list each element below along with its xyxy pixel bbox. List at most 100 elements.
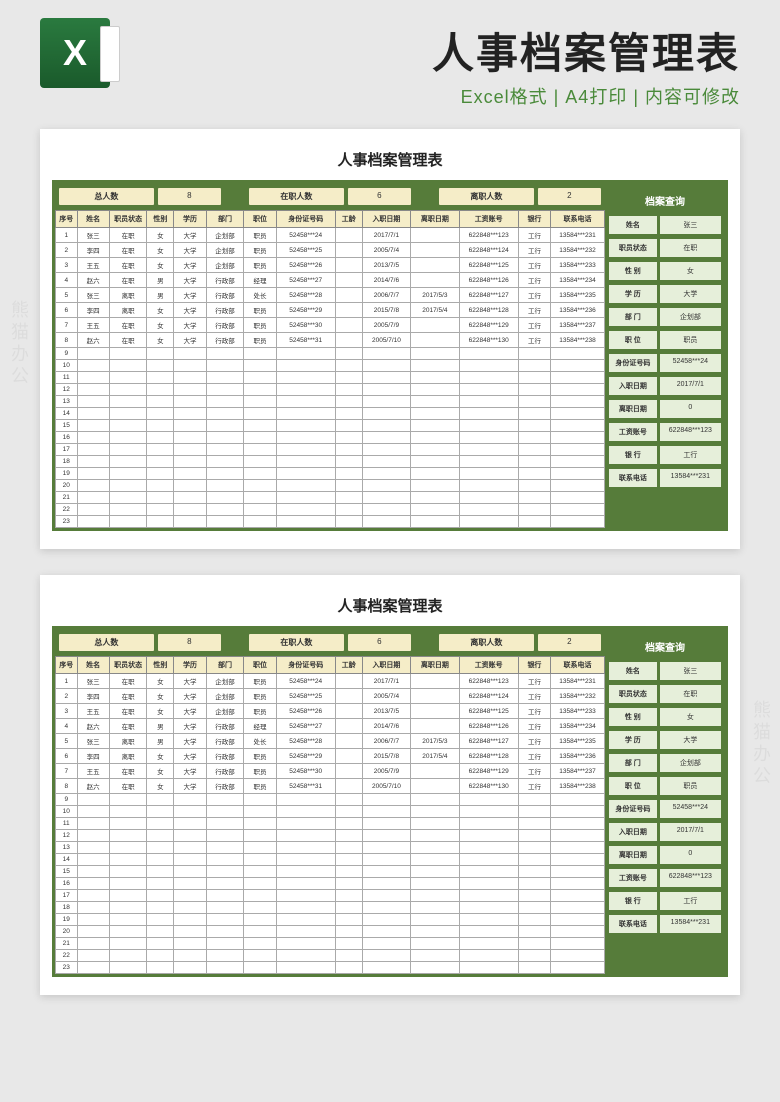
query-value: 女 xyxy=(660,708,721,726)
summary-active-val: 6 xyxy=(348,634,411,651)
table-cell: 李四 xyxy=(77,689,109,704)
table-cell: 15 xyxy=(56,420,78,432)
table-cell xyxy=(411,674,459,689)
table-cell: 622848***130 xyxy=(459,779,518,794)
table-cell: 20 xyxy=(56,480,78,492)
table-cell: 张三 xyxy=(77,674,109,689)
table-cell: 大学 xyxy=(174,764,206,779)
table-cell: 工行 xyxy=(518,318,550,333)
query-label: 联系电话 xyxy=(609,469,657,487)
query-row: 姓名 张三 xyxy=(609,662,721,680)
table-cell: 在职 xyxy=(109,273,147,288)
query-label: 身份证号码 xyxy=(609,800,657,818)
col-header: 姓名 xyxy=(77,211,109,228)
col-header: 工龄 xyxy=(335,657,362,674)
table-cell: 13584***235 xyxy=(551,734,605,749)
table-row: 5张三离职男大学行政部处长52458***282006/7/72017/5/36… xyxy=(56,288,605,303)
table-cell: 职员 xyxy=(244,779,276,794)
summary-total-label: 总人数 xyxy=(59,634,154,651)
query-value: 13584***231 xyxy=(660,469,721,487)
query-row: 联系电话 13584***231 xyxy=(609,915,721,933)
table-cell: 2017/5/3 xyxy=(411,734,459,749)
query-row: 身份证号码 52458***24 xyxy=(609,800,721,818)
table-cell xyxy=(411,333,459,348)
table-cell: 2005/7/10 xyxy=(362,333,410,348)
query-value: 企划部 xyxy=(660,308,721,326)
table-cell: 622848***130 xyxy=(459,333,518,348)
table-cell: 工行 xyxy=(518,228,550,243)
table-row-empty: 12 xyxy=(56,384,605,396)
table-cell: 离职 xyxy=(109,749,147,764)
table-cell: 7 xyxy=(56,318,78,333)
table-cell: 22 xyxy=(56,504,78,516)
table-cell: 行政部 xyxy=(206,779,244,794)
table-cell: 13584***237 xyxy=(551,764,605,779)
table-cell: 2005/7/10 xyxy=(362,779,410,794)
table-cell: 2005/7/9 xyxy=(362,318,410,333)
table-row-empty: 15 xyxy=(56,866,605,878)
col-header: 学历 xyxy=(174,657,206,674)
table-cell: 52458***26 xyxy=(276,704,335,719)
table-cell xyxy=(411,228,459,243)
table-row: 2李四在职女大学企划部职员52458***252005/7/4622848***… xyxy=(56,689,605,704)
table-row-empty: 14 xyxy=(56,408,605,420)
table-cell xyxy=(335,273,362,288)
col-header: 银行 xyxy=(518,211,550,228)
table-cell xyxy=(335,719,362,734)
table-cell: 在职 xyxy=(109,258,147,273)
table-cell: 行政部 xyxy=(206,288,244,303)
table-row-empty: 11 xyxy=(56,818,605,830)
col-header: 入职日期 xyxy=(362,657,410,674)
table-cell: 14 xyxy=(56,408,78,420)
data-table: 序号姓名职员状态性别学历部门职位身份证号码工龄入职日期离职日期工资账号银行联系电… xyxy=(55,210,605,528)
table-cell: 3 xyxy=(56,258,78,273)
table-cell: 企划部 xyxy=(206,704,244,719)
table-row-empty: 22 xyxy=(56,950,605,962)
table-cell: 王五 xyxy=(77,318,109,333)
table-cell: 在职 xyxy=(109,689,147,704)
query-label: 性 别 xyxy=(609,262,657,280)
query-row: 职 位 职员 xyxy=(609,331,721,349)
table-cell xyxy=(335,764,362,779)
col-header: 工资账号 xyxy=(459,657,518,674)
table-cell: 17 xyxy=(56,890,78,902)
table-cell: 职员 xyxy=(244,704,276,719)
table-cell: 622848***125 xyxy=(459,704,518,719)
table-row: 7王五在职女大学行政部职员52458***302005/7/9622848***… xyxy=(56,318,605,333)
table-cell: 行政部 xyxy=(206,303,244,318)
table-row-empty: 19 xyxy=(56,914,605,926)
table-row-empty: 16 xyxy=(56,432,605,444)
table-cell: 6 xyxy=(56,303,78,318)
col-header: 学历 xyxy=(174,211,206,228)
table-row-empty: 15 xyxy=(56,420,605,432)
query-value: 企划部 xyxy=(660,754,721,772)
table-row-empty: 23 xyxy=(56,516,605,528)
col-header: 工龄 xyxy=(335,211,362,228)
summary-active-label: 在职人数 xyxy=(249,634,344,651)
query-row: 性 别 女 xyxy=(609,262,721,280)
table-cell: 大学 xyxy=(174,674,206,689)
table-row-empty: 13 xyxy=(56,842,605,854)
table-cell: 52458***31 xyxy=(276,333,335,348)
table-cell xyxy=(335,288,362,303)
table-cell: 2017/7/1 xyxy=(362,228,410,243)
query-row: 职员状态 在职 xyxy=(609,239,721,257)
summary-left-val: 2 xyxy=(538,188,601,205)
table-cell: 52458***29 xyxy=(276,303,335,318)
table-cell: 622848***127 xyxy=(459,288,518,303)
table-cell: 12 xyxy=(56,384,78,396)
table-cell: 工行 xyxy=(518,258,550,273)
table-cell: 20 xyxy=(56,926,78,938)
query-label: 身份证号码 xyxy=(609,354,657,372)
table-cell: 职员 xyxy=(244,674,276,689)
summary-row: 总人数 8 在职人数 6 离职人数 2 xyxy=(55,183,605,210)
table-cell xyxy=(411,764,459,779)
query-value: 13584***231 xyxy=(660,915,721,933)
sheet-title: 人事档案管理表 xyxy=(52,143,728,180)
query-value: 在职 xyxy=(660,685,721,703)
table-cell: 离职 xyxy=(109,288,147,303)
table-cell: 13584***238 xyxy=(551,333,605,348)
table-cell xyxy=(411,704,459,719)
table-cell: 52458***28 xyxy=(276,288,335,303)
table-cell: 赵六 xyxy=(77,273,109,288)
